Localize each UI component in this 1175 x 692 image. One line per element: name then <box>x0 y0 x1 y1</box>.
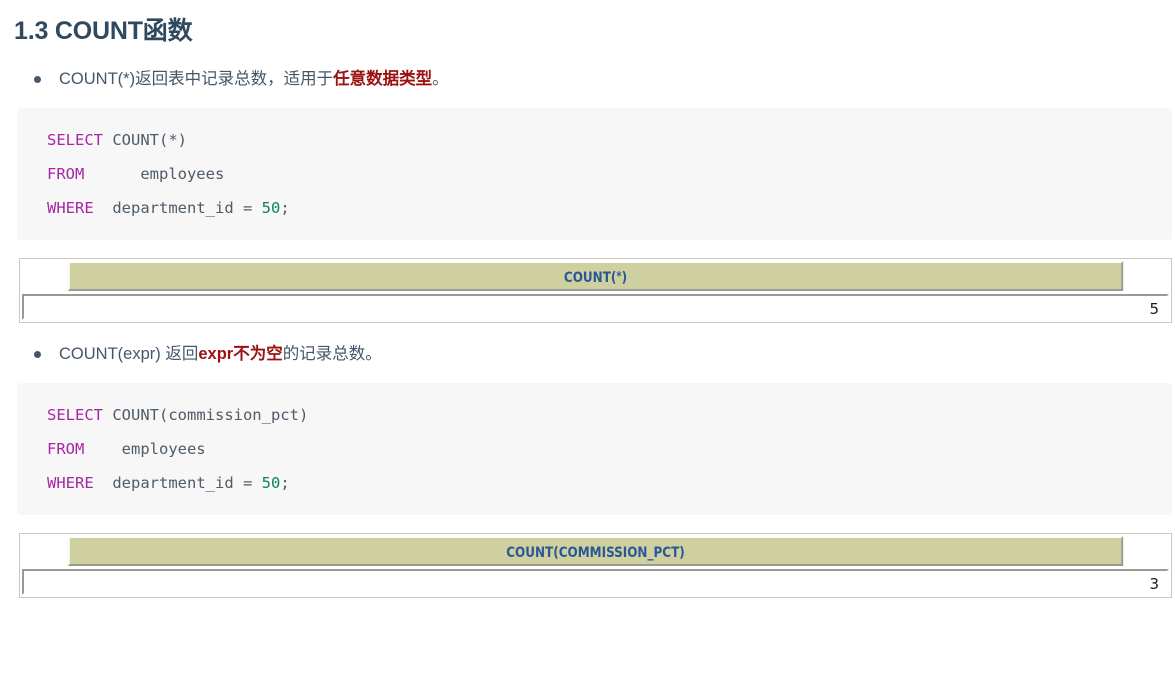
result-table-cell-value: 3 <box>22 569 1169 595</box>
sql-keyword-from: FROM <box>47 440 85 458</box>
list-item-text: COUNT(expr) 返回expr不为空的记录总数。 <box>59 341 382 367</box>
sql-select-list: COUNT(*) <box>103 131 187 149</box>
sql-keyword-where: WHERE <box>47 199 94 217</box>
bullet-dot-icon <box>34 76 41 83</box>
result-table-column-header: COUNT(*) <box>67 261 1124 291</box>
result-table: COUNT(*) 5 <box>19 258 1172 323</box>
document-page: 1.3 COUNT函数 COUNT(*)返回表中记录总数，适用于任意数据类型。 … <box>0 0 1175 692</box>
result-table-column-header: COUNT(COMMISSION_PCT) <box>67 536 1124 566</box>
sql-where-expr: department_id = <box>93 199 262 217</box>
sql-statement-terminator: ; <box>280 474 290 492</box>
list-item-text-pre: COUNT(expr) 返回 <box>59 345 199 363</box>
sql-code-block: SELECT COUNT(*) FROM employees WHERE dep… <box>17 108 1172 240</box>
bullet-dot-icon <box>34 351 41 358</box>
sql-keyword-from: FROM <box>47 165 85 183</box>
list-item-text-post: 。 <box>432 70 449 88</box>
list-item-emphasis: 任意数据类型 <box>333 70 433 88</box>
result-table: COUNT(COMMISSION_PCT) 3 <box>19 533 1172 598</box>
result-header-label: COUNT( <box>563 270 617 286</box>
sql-statement-terminator: ; <box>280 199 290 217</box>
sql-select-list: COUNT(commission_pct) <box>103 406 309 424</box>
sql-keyword-where: WHERE <box>47 474 94 492</box>
sql-where-expr: department_id = <box>93 474 262 492</box>
sql-code-block: SELECT COUNT(commission_pct) FROM employ… <box>17 383 1172 515</box>
list-item-emphasis: expr不为空 <box>198 345 283 363</box>
result-header-label: COUNT(COMMISSION_PCT) <box>506 545 685 561</box>
sql-from-table: employees <box>84 165 225 183</box>
list-item-text-pre: COUNT(*)返回表中记录总数，适用于 <box>59 70 334 88</box>
sql-number-literal: 50 <box>261 199 281 217</box>
sql-keyword-select: SELECT <box>47 406 103 424</box>
list-item: COUNT(*)返回表中记录总数，适用于任意数据类型。 <box>0 66 1175 92</box>
result-table-cell-value: 5 <box>22 294 1169 320</box>
page-title: 1.3 COUNT函数 <box>14 17 193 45</box>
list-item-text-post: 的记录总数。 <box>282 345 382 363</box>
sql-keyword-select: SELECT <box>47 131 103 149</box>
sql-from-table: employees <box>84 440 206 458</box>
result-header-close: ) <box>621 270 628 286</box>
sql-number-literal: 50 <box>261 474 281 492</box>
list-item-text: COUNT(*)返回表中记录总数，适用于任意数据类型。 <box>59 66 449 92</box>
list-item: COUNT(expr) 返回expr不为空的记录总数。 <box>0 341 1175 367</box>
